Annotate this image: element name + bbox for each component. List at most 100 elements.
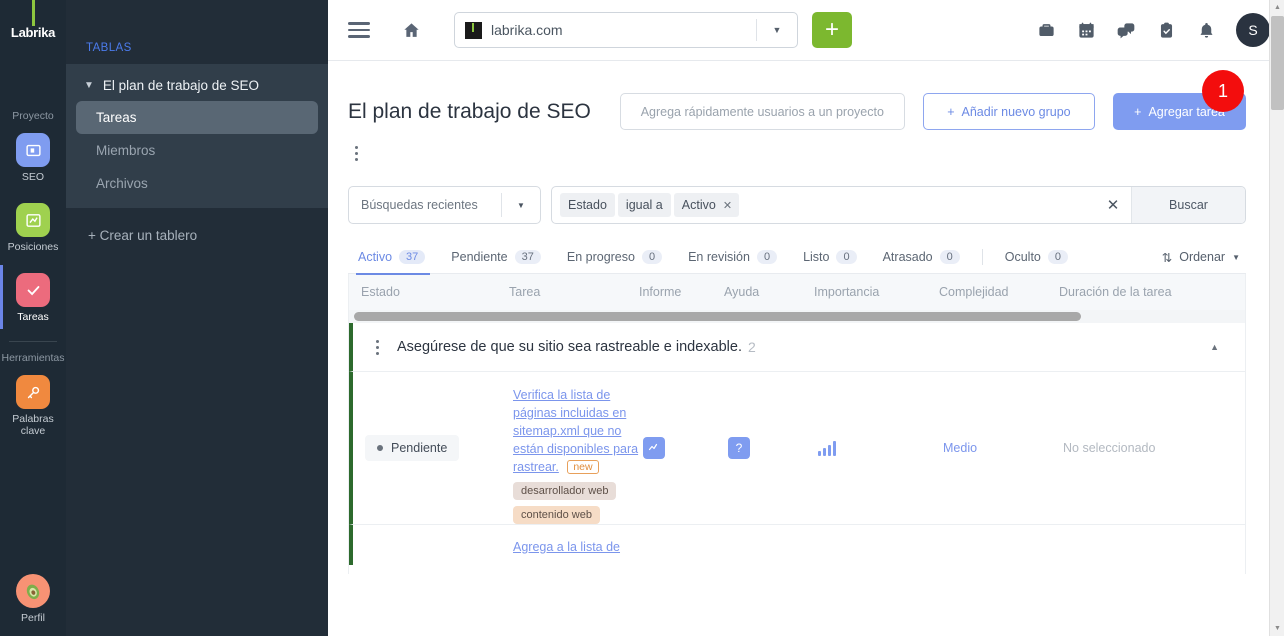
plus-icon: + — [947, 104, 955, 119]
menu-icon[interactable] — [348, 22, 370, 38]
briefcase-icon[interactable] — [1026, 10, 1066, 50]
filter-value-chip[interactable]: Activo ✕ — [673, 193, 740, 217]
clear-search-icon[interactable]: ✕ — [1095, 196, 1131, 214]
filter-value-label: Activo — [681, 198, 716, 212]
cell-complejidad[interactable]: Medio — [943, 441, 1063, 455]
rail-section-project: Proyecto — [12, 110, 54, 122]
add-project-button[interactable]: + — [812, 12, 852, 48]
column-header-informe: Informe — [639, 285, 682, 299]
url-input[interactable]: labrika.com — [491, 22, 756, 38]
vertical-scrollbar[interactable]: ▲ ▼ — [1269, 0, 1284, 636]
scroll-down-icon[interactable]: ▼ — [1270, 621, 1284, 636]
rail-item-palabras-clave[interactable]: Palabras clave — [0, 369, 66, 441]
rail-label-palabras-clave: Palabras clave — [12, 413, 54, 437]
column-header-estado: Estado — [361, 285, 400, 299]
cell-ayuda: ? — [728, 437, 818, 459]
filter-operator-chip[interactable]: igual a — [617, 193, 671, 217]
chat-icon[interactable] — [1106, 10, 1146, 50]
chevron-down-icon[interactable]: ▼ — [757, 25, 797, 35]
search-button[interactable]: Buscar — [1131, 187, 1245, 223]
scroll-up-icon[interactable]: ▲ — [1270, 0, 1284, 15]
sidebar-group-label: El plan de trabajo de SEO — [102, 78, 260, 93]
sort-icon: ⇅ — [1161, 250, 1173, 265]
cell-duracion[interactable]: No seleccionado — [1063, 441, 1223, 455]
rail-item-perfil[interactable]: Perfil — [0, 568, 66, 628]
bell-icon[interactable] — [1186, 10, 1226, 50]
tab-count: 0 — [756, 250, 778, 264]
cell-estado[interactable]: Pendiente — [365, 435, 513, 461]
column-header-importancia: Importancia — [814, 285, 880, 299]
tab-activo[interactable]: Activo 37 — [348, 241, 438, 275]
rail-label-perfil: Perfil — [21, 612, 45, 624]
new-badge: new — [567, 460, 599, 474]
sidebar-create-board[interactable]: + Crear un tablero — [66, 208, 328, 243]
sort-button[interactable]: ⇅ Ordenar ▼ — [1162, 250, 1246, 265]
tab-en-revision[interactable]: En revisión 0 — [675, 241, 790, 274]
tab-count: 0 — [1047, 250, 1069, 264]
add-users-button[interactable]: Agrega rápidamente usuarios a un proyect… — [619, 93, 905, 130]
filter-field-chip[interactable]: Estado — [560, 193, 615, 217]
column-header-complejidad: Complejidad — [939, 285, 1009, 299]
board-kebab-menu-icon[interactable] — [348, 142, 364, 164]
sort-label: Ordenar — [1179, 250, 1226, 264]
rail-item-posiciones[interactable]: Posiciones — [0, 197, 66, 257]
status-dot-icon — [377, 445, 383, 451]
user-avatar[interactable]: S — [1236, 13, 1270, 47]
column-header-tarea: Tarea — [509, 285, 541, 299]
rail-label-seo: SEO — [21, 171, 45, 183]
cell-tarea: Verifica la lista de páginas incluidas e… — [513, 372, 643, 524]
tab-label: En revisión — [688, 250, 750, 264]
rail-item-seo[interactable]: SEO — [0, 127, 66, 187]
add-group-button[interactable]: + Añadir nuevo grupo — [922, 93, 1096, 130]
cell-importancia[interactable] — [818, 440, 943, 456]
url-bar[interactable]: labrika.com ▼ — [454, 12, 798, 48]
tasks-table: Estado Tarea Informe Ayuda Importancia C… — [348, 274, 1246, 574]
remove-filter-icon[interactable]: ✕ — [723, 199, 732, 212]
table-row[interactable]: Agrega a la lista de — [349, 525, 1245, 565]
group-kebab-menu-icon[interactable] — [369, 336, 385, 358]
calendar-icon[interactable] — [1066, 10, 1106, 50]
chevron-down-icon[interactable]: ▼ — [502, 201, 540, 210]
tab-atrasado[interactable]: Atrasado 0 — [870, 241, 973, 274]
trend-icon[interactable] — [643, 437, 665, 459]
search-input[interactable]: Estado igual a Activo ✕ ✕ Buscar — [551, 186, 1246, 224]
home-icon[interactable] — [402, 21, 421, 40]
sidebar-item-tareas[interactable]: Tareas — [76, 101, 318, 134]
table-row[interactable]: Pendiente Verifica la lista de páginas i… — [349, 372, 1245, 525]
labrika-logo[interactable]: Labrika — [0, 0, 66, 44]
left-rail: Labrika Proyecto SEO Posiciones Tareas H… — [0, 0, 66, 636]
column-header-duracion: Duración de la tarea — [1059, 285, 1172, 299]
tab-label: Activo — [358, 250, 393, 264]
tab-label: En progreso — [566, 250, 635, 264]
rail-item-tareas[interactable]: Tareas — [0, 265, 66, 329]
question-icon[interactable]: ? — [728, 437, 750, 459]
group-count: 2 — [748, 339, 756, 355]
status-badge[interactable]: Pendiente — [365, 435, 460, 461]
status-tabs: Activo 37 Pendiente 37 En progreso 0 En … — [348, 241, 1246, 275]
tab-pendiente[interactable]: Pendiente 37 — [438, 241, 554, 274]
task-group-header[interactable]: Asegúrese de que su sitio sea rastreable… — [349, 323, 1245, 372]
tab-label: Oculto — [1004, 250, 1041, 264]
tab-en-progreso[interactable]: En progreso 0 — [554, 241, 675, 274]
task-tag[interactable]: desarrollador web — [513, 482, 617, 500]
rail-section-tools: Herramientas — [1, 352, 65, 364]
sidebar-group-header[interactable]: ▼ El plan de trabajo de SEO — [66, 70, 328, 101]
sidebar-item-miembros[interactable]: Miembros — [76, 134, 318, 167]
task-link[interactable]: Agrega a la lista de — [513, 525, 643, 565]
recent-searches-select[interactable]: Búsquedas recientes ▼ — [348, 186, 541, 224]
horizontal-scrollbar[interactable] — [349, 310, 1245, 323]
tab-oculto[interactable]: Oculto 0 — [992, 241, 1081, 274]
vertical-scrollbar-thumb[interactable] — [1271, 16, 1284, 110]
avocado-avatar-icon — [16, 574, 50, 608]
clipboard-check-icon[interactable] — [1146, 10, 1186, 50]
logo-text: Labrika — [10, 25, 56, 40]
chevron-down-icon: ▼ — [1232, 252, 1240, 262]
top-bar: labrika.com ▼ + S — [328, 0, 1284, 61]
chevron-up-icon[interactable]: ▲ — [1210, 342, 1245, 352]
horizontal-scrollbar-thumb[interactable] — [354, 312, 1081, 321]
table-header-row: Estado Tarea Informe Ayuda Importancia C… — [349, 274, 1245, 310]
tab-count: 37 — [399, 250, 426, 264]
tab-listo[interactable]: Listo 0 — [790, 241, 870, 274]
task-tag[interactable]: contenido web — [513, 506, 600, 524]
sidebar-item-archivos[interactable]: Archivos — [76, 167, 318, 200]
